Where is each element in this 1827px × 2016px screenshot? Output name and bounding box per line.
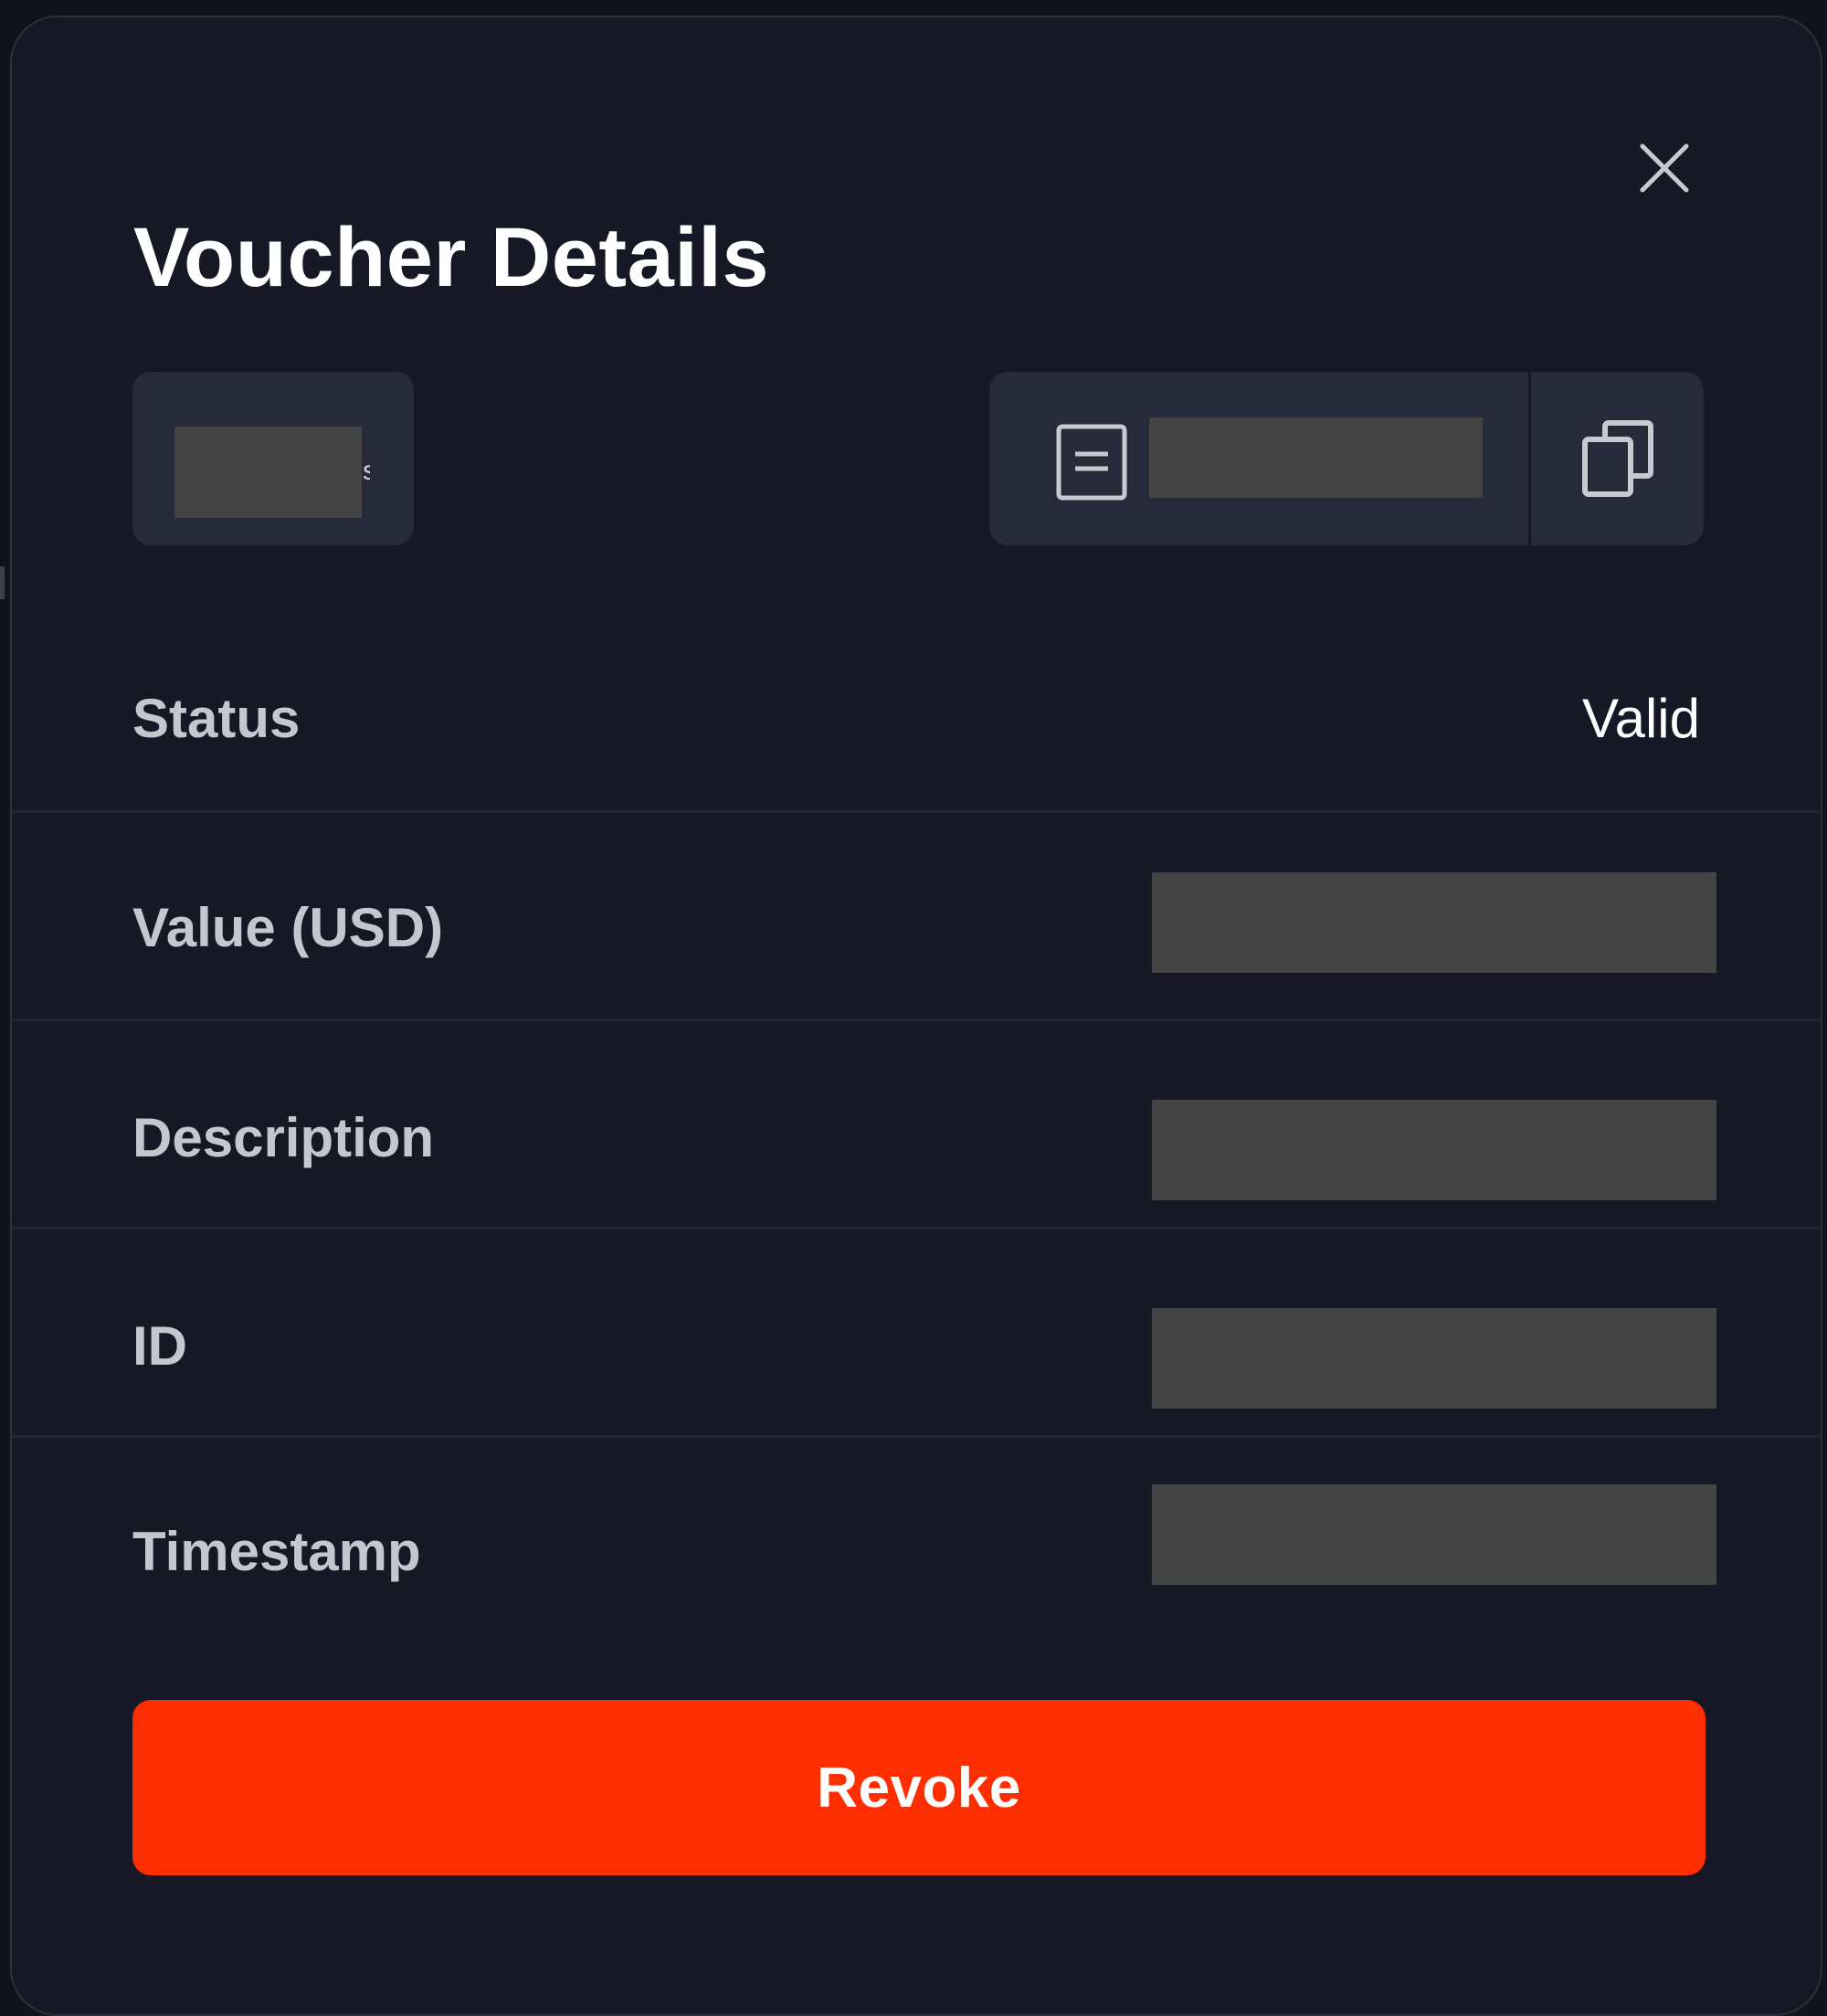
description-label: Description [132,1107,435,1168]
detail-row-id: ID [12,1230,1821,1440]
detail-row-value-usd: Value (USD) [12,813,1821,1023]
modal-title: Voucher Details [133,211,770,304]
timestamp-label: Timestamp [132,1521,421,1582]
document-icon [1056,424,1127,501]
id-label: ID [132,1315,187,1377]
copy-icon [1581,420,1653,497]
value-usd-label: Value (USD) [132,897,444,958]
detail-row-timestamp: Timestamp [12,1438,1821,1648]
close-button[interactable] [1631,134,1698,202]
detail-row-description: Description [12,1021,1821,1231]
background-scroll-indicator [0,566,5,599]
description-value-redacted [1152,1100,1716,1200]
copy-button[interactable] [1531,372,1704,545]
voucher-code-field [989,372,1704,545]
revoke-button[interactable]: Revoke [132,1700,1706,1875]
status-label: Status [132,688,301,749]
voucher-type-text-redacted [174,427,362,518]
voucher-type-text-tail: s [363,461,370,481]
timestamp-value-redacted [1152,1484,1716,1585]
value-usd-value-redacted [1152,872,1716,973]
voucher-details-modal: Voucher Details s Status Valid Value (US… [10,16,1822,2016]
detail-row-status: Status Valid [12,618,1821,829]
close-icon [1640,143,1689,193]
voucher-code-value-redacted [1149,417,1483,498]
voucher-type-chip: s [132,372,414,545]
id-value-redacted [1152,1308,1716,1409]
status-value: Valid [1582,688,1700,749]
